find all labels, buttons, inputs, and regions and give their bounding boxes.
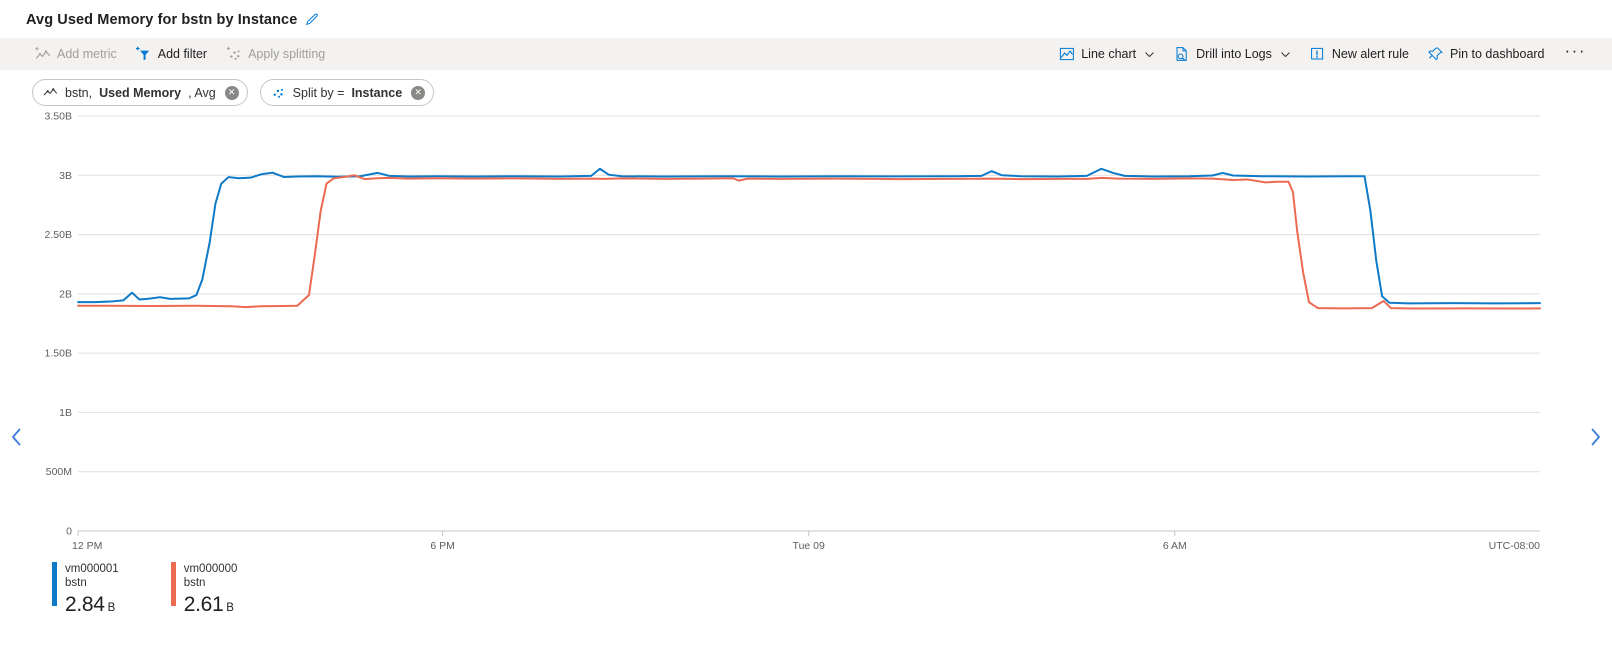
chart-legend: vm000001 bstn 2.84 Bvm000000 bstn 2.61 B — [0, 562, 1612, 618]
split-by-chip-prefix: Split by = — [292, 85, 345, 100]
line-chart-icon — [1058, 46, 1075, 63]
y-axis-tick-label: 3.50B — [45, 111, 72, 123]
legend-item[interactable]: vm000000 bstn 2.61 B — [170, 562, 238, 618]
chevron-down-icon — [1280, 49, 1291, 60]
metric-chip-prefix: bstn, — [65, 85, 93, 100]
close-icon[interactable]: ✕ — [224, 85, 239, 100]
split-by-chip-value: Instance — [351, 85, 403, 100]
chevron-left-icon[interactable] — [4, 422, 30, 452]
legend-color-swatch — [170, 562, 176, 606]
more-commands-button[interactable]: ··· — [1559, 42, 1590, 62]
x-axis-tick-label: 12 PM — [72, 540, 102, 552]
legend-value: 2.84 B — [65, 592, 119, 618]
drill-into-logs-label: Drill into Logs — [1196, 47, 1272, 61]
chart-container: 3.50B 3B 2.50B 2B 1.50B 1B 500M 0 12 PM 6 PM Tue 0… — [0, 104, 1612, 564]
legend-item[interactable]: vm000001 bstn 2.84 B — [52, 562, 119, 618]
timezone-label: UTC-08:00 — [1489, 540, 1541, 552]
pin-to-dashboard-button[interactable]: Pin to dashboard — [1423, 42, 1555, 67]
legend-value-unit: B — [223, 601, 234, 614]
filter-chips: bstn, Used Memory , Avg ✕ Split by = Inst… — [0, 70, 1612, 106]
command-bar-left: Add metric Add filter Apply splitting — [30, 42, 339, 67]
new-alert-rule-icon — [1309, 46, 1326, 63]
y-axis-tick-label: 2.50B — [45, 229, 72, 241]
add-metric-icon — [34, 46, 51, 63]
legend-resource-name: bstn — [183, 577, 206, 590]
x-axis-tick-label: 6 PM — [430, 540, 455, 552]
pencil-icon[interactable] — [305, 13, 319, 27]
new-alert-rule-button[interactable]: New alert rule — [1305, 42, 1419, 67]
y-axis-tick-label: 1B — [59, 407, 72, 419]
legend-color-swatch — [52, 562, 57, 606]
line-chart-button[interactable]: Line chart — [1054, 42, 1165, 67]
metrics-line-chart[interactable]: 3.50B 3B 2.50B 2B 1.50B 1B 500M 012 PM 6 PM Tue 0… — [0, 104, 1612, 564]
series-line-vm000000[interactable] — [77, 174, 1541, 310]
metric-line-icon — [43, 86, 58, 99]
add-metric-label: Add metric — [57, 47, 117, 61]
new-alert-rule-label: New alert rule — [1331, 47, 1409, 61]
drill-into-logs-icon — [1173, 46, 1190, 63]
y-axis-tick-label: 1.50B — [45, 348, 72, 360]
legend-series-name: vm000000 — [183, 563, 238, 575]
pin-icon — [1427, 46, 1444, 63]
metric-chip-suffix: , Avg — [188, 85, 216, 100]
y-axis-tick-label: 0 — [66, 526, 72, 538]
chevron-down-icon — [1144, 49, 1155, 60]
command-bar: Add metric Add filter Apply splitting Li… — [0, 38, 1612, 70]
add-filter-label: Add filter — [157, 47, 208, 61]
series-line-vm000001[interactable] — [77, 167, 1541, 305]
legend-value-unit: B — [104, 601, 116, 614]
legend-value-number: 2.61 — [183, 592, 224, 616]
apply-splitting-icon — [225, 46, 242, 63]
split-by-chip[interactable]: Split by = Instance ✕ — [259, 79, 435, 106]
y-axis-tick-label: 2B — [59, 288, 72, 300]
split-scatter-icon — [271, 86, 286, 99]
legend-value: 2.61 B — [184, 592, 238, 618]
pin-to-dashboard-label: Pin to dashboard — [1450, 47, 1545, 61]
chevron-right-icon[interactable] — [1582, 422, 1608, 452]
add-filter-button[interactable]: Add filter — [131, 42, 217, 67]
metric-chip[interactable]: bstn, Used Memory , Avg ✕ — [32, 79, 248, 106]
y-axis-tick-label: 500M — [46, 466, 72, 478]
metric-chip-name: Used Memory — [99, 85, 182, 100]
chart-header: Avg Used Memory for bstn by Instance — [0, 0, 1612, 38]
drill-into-logs-button[interactable]: Drill into Logs — [1169, 42, 1301, 67]
apply-splitting-label: Apply splitting — [248, 47, 326, 61]
command-bar-right: Line chart Drill into Logs New alert rul… — [1054, 42, 1590, 67]
legend-resource-name: bstn — [65, 577, 87, 590]
legend-series-name: vm000001 — [65, 563, 119, 575]
x-axis-tick-label: 6 AM — [1163, 540, 1187, 552]
y-axis-tick-label: 3B — [59, 170, 72, 182]
line-chart-label: Line chart — [1081, 47, 1137, 61]
page-title: Avg Used Memory for bstn by Instance — [26, 12, 298, 28]
x-axis-tick-label: Tue 09 — [793, 540, 825, 552]
apply-splitting-button[interactable]: Apply splitting — [221, 42, 335, 67]
legend-value-number: 2.84 — [65, 592, 105, 616]
close-icon[interactable]: ✕ — [411, 85, 426, 100]
add-filter-icon — [135, 46, 152, 63]
add-metric-button[interactable]: Add metric — [30, 42, 127, 67]
